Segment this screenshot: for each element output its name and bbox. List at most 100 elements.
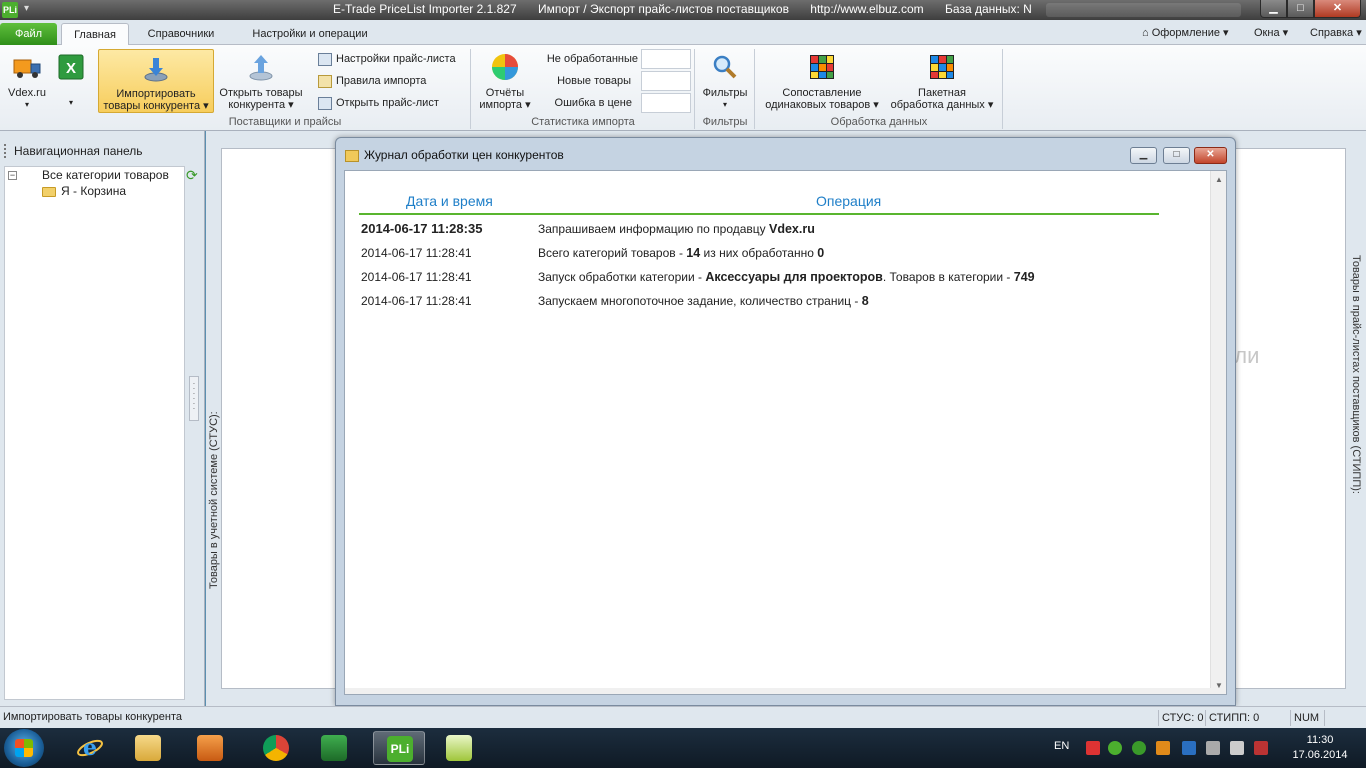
language-indicator[interactable]: EN (1054, 740, 1069, 752)
import-rules-button[interactable]: Правила импорта (318, 71, 426, 91)
ribbon-separator (694, 49, 695, 129)
system-clock[interactable]: 11:30 17.06.2014 (1285, 733, 1355, 763)
stat-unprocessed-label: Не обработанные (546, 53, 638, 65)
log-operation-value: 0 (817, 246, 825, 260)
help-menu[interactable]: Справка ▾ (1310, 26, 1362, 39)
log-operation-text: Запрашиваем информацию по продавцу (538, 222, 769, 236)
taskbar-media-player[interactable] (184, 731, 236, 765)
scroll-up-icon[interactable]: ▲ (1215, 175, 1223, 184)
app-url: http://www.elbuz.com (810, 2, 924, 16)
clock-time: 11:30 (1306, 734, 1334, 746)
dialog-maximize-button[interactable]: □ (1163, 147, 1190, 164)
vdex-button[interactable]: Vdex.ru ▾ (4, 49, 50, 113)
open-competitor-button[interactable]: Открыть товары конкурента ▾ (216, 49, 306, 113)
dialog-minimize-button[interactable]: ▁ (1130, 147, 1157, 164)
windows-label: Окна (1254, 27, 1280, 39)
clover-tray-icon[interactable] (1108, 741, 1122, 755)
ribbon: Vdex.ru ▾ X ▾ Импортировать товары конку… (0, 45, 1366, 131)
import-reports-button[interactable]: Отчёты импорта ▾ (474, 49, 536, 113)
ribbon-tabs: Файл Главная Справочники Настройки и опе… (0, 20, 1366, 46)
taskbar: e PLi EN 11:30 17.06.2014 (0, 728, 1366, 768)
taskbar-ie[interactable]: e (64, 731, 116, 765)
column-header-operation[interactable]: Операция (816, 193, 881, 209)
log-operation-value: Аксессуары для проекторов (705, 270, 883, 284)
acrobat-tray-icon[interactable] (1086, 741, 1100, 755)
tools-tray-icon[interactable] (1206, 741, 1220, 755)
scroll-down-icon[interactable]: ▼ (1215, 681, 1223, 690)
appearance-menu[interactable]: ⌂ Оформление ▾ (1142, 26, 1229, 39)
status-bar: Импортировать товары конкурента СТУС: 0 … (0, 706, 1366, 728)
tab-settings-operations[interactable]: Настройки и операции (240, 23, 380, 45)
log-date: 2014-06-17 11:28:41 (361, 270, 472, 284)
media-player-icon (197, 735, 223, 761)
taskbar-pricelist-importer[interactable]: PLi (373, 731, 425, 765)
stipp-vertical-label: Товары в прайс-листах поставщиков (СТИПП… (1350, 255, 1362, 494)
clock-date: 17.06.2014 (1292, 749, 1348, 761)
status-cell (1324, 710, 1364, 726)
taskbar-notepad[interactable] (433, 731, 485, 765)
column-header-date[interactable]: Дата и время (406, 193, 493, 209)
tree-item-cart[interactable]: Я - Корзина (42, 184, 126, 198)
log-date: 2014-06-17 11:28:41 (361, 294, 472, 308)
close-button[interactable]: ✕ (1314, 0, 1361, 18)
group-label-suppliers: Поставщики и прайсы (228, 116, 342, 128)
import-competitor-button[interactable]: Импортировать товары конкурента ▾ (98, 49, 214, 113)
category-tree: − Все категории товаров Я - Корзина (4, 166, 185, 700)
tab-references[interactable]: Справочники (136, 23, 226, 45)
taskbar-chrome[interactable] (250, 731, 302, 765)
group-label-stats: Статистика импорта (531, 116, 635, 128)
excel-button[interactable]: X ▾ (52, 49, 90, 113)
tree-item-all-categories[interactable]: Все категории товаров (42, 168, 169, 182)
volume-muted-tray-icon[interactable] (1254, 741, 1268, 755)
network-tray-icon[interactable] (1182, 741, 1196, 755)
maximize-button[interactable]: □ (1287, 0, 1314, 18)
filters-button[interactable]: Фильтры ▾ (698, 49, 752, 113)
app-tray-icon[interactable] (1132, 741, 1146, 755)
refresh-icon[interactable]: ⟳ (186, 167, 198, 184)
taskbar-explorer[interactable] (122, 731, 174, 765)
stipp-counter: СТИПП: 0 (1205, 710, 1262, 726)
pricelist-settings-label: Настройки прайс-листа (336, 53, 456, 65)
log-date: 2014-06-17 11:28:41 (361, 246, 472, 260)
taskbar-excel[interactable] (308, 731, 360, 765)
horizontal-scrollbar[interactable] (345, 688, 1212, 694)
start-button[interactable] (4, 729, 44, 767)
open-pricelist-button[interactable]: Открыть прайс-лист (318, 93, 439, 113)
windows-menu[interactable]: Окна ▾ (1254, 26, 1288, 39)
group-label-filters: Фильтры (702, 116, 748, 128)
import-competitor-label-1: Импортировать (116, 88, 196, 100)
svg-text:X: X (66, 60, 76, 77)
match-same-products-button[interactable]: Сопоставление одинаковых товаров ▾ (760, 49, 884, 113)
tab-file[interactable]: Файл (0, 23, 57, 45)
left-vertical-label: Товары в учетной системе (СТУС): (206, 131, 221, 706)
quick-access-dropdown[interactable]: ▾ (24, 3, 29, 14)
log-operation-text: из них обработанно (700, 246, 818, 260)
rules-icon (318, 74, 332, 88)
truck-icon (13, 59, 41, 78)
app-logo-icon[interactable]: PLi (2, 2, 18, 18)
ribbon-separator (754, 49, 755, 129)
dialog-title-text: Журнал обработки цен конкурентов (364, 148, 564, 162)
dialog-title: Журнал обработки цен конкурентов (345, 148, 564, 162)
log-operation: Запускаем многопоточное задание, количес… (538, 294, 869, 308)
batch-processing-button[interactable]: Пакетная обработка данных ▾ (886, 49, 998, 113)
panel-splitter[interactable]: · · · · · · (189, 376, 199, 421)
stat-price-error-value (641, 93, 691, 113)
dialog-close-button[interactable]: ✕ (1194, 147, 1227, 164)
log-operation: Запрашиваем информацию по продавцу Vdex.… (538, 222, 815, 236)
log-operation-value: 749 (1013, 270, 1035, 284)
minimize-button[interactable]: ▁ (1260, 0, 1287, 18)
num-lock-indicator: NUM (1290, 710, 1324, 726)
database-label: База данных: N (945, 2, 1032, 16)
app-subtitle: Импорт / Экспорт прайс-листов поставщико… (537, 2, 789, 16)
vertical-scrollbar[interactable]: ▲ ▼ (1210, 171, 1226, 694)
tree-expand-toggle[interactable]: − (8, 171, 17, 180)
table-icon (318, 96, 332, 110)
speaker-tray-icon[interactable] (1156, 741, 1170, 755)
excel-icon: X (58, 54, 84, 80)
tab-main[interactable]: Главная (61, 23, 129, 46)
flag-tray-icon[interactable] (1230, 741, 1244, 755)
batch-label-1: Пакетная (918, 87, 966, 99)
pricelist-settings-button[interactable]: Настройки прайс-листа (318, 49, 456, 69)
magnifier-icon (713, 55, 737, 79)
